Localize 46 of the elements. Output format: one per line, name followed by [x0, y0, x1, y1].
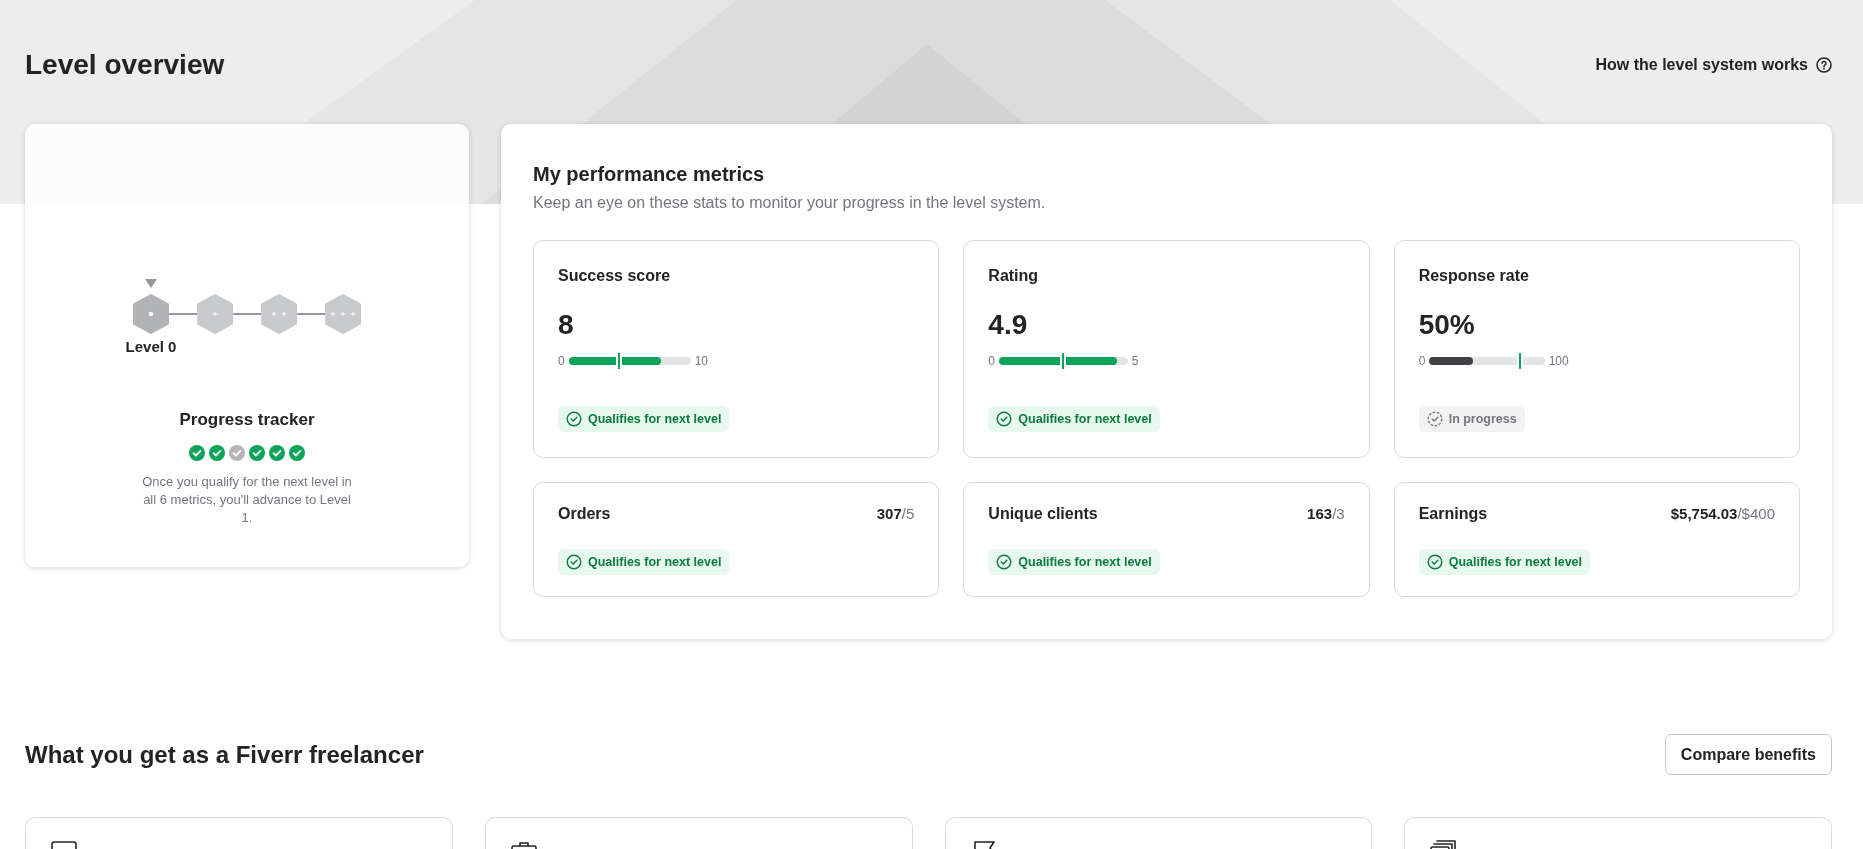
status-label: Qualifies for next level — [588, 410, 722, 428]
metric-value: 50% — [1418, 308, 1476, 342]
range-min-label: 0 — [1418, 353, 1426, 369]
section-title: What you get as a Fiverr freelancer — [25, 739, 424, 770]
metric-name: Orders — [558, 504, 611, 524]
range-max-label: 5 — [1131, 353, 1139, 369]
range-min-label: 0 — [988, 353, 995, 369]
metric-name: Success score — [558, 266, 672, 286]
metric-value: $5,754.03/$400 — [1670, 504, 1775, 524]
range-max-label: 100 — [1548, 353, 1569, 369]
status-label: Qualifies for next level — [1018, 410, 1152, 428]
metric-value: 163/3 — [1307, 504, 1345, 524]
metric-name: Response rate — [1418, 266, 1530, 286]
range-min-label: 0 — [558, 353, 565, 369]
panel-subtitle: Keep an eye on these stats to monitor your progress in the level system. — [533, 193, 1047, 213]
monitor-icon — [50, 839, 78, 849]
help-link[interactable]: How the level system works — [1595, 54, 1832, 76]
compare-benefits-button[interactable]: Compare benefits — [1664, 734, 1832, 775]
check-circle-icon — [996, 411, 1013, 427]
check-circle-icon — [566, 411, 582, 427]
dashed-check-circle-icon — [1426, 411, 1443, 427]
layers-icon — [1429, 839, 1458, 849]
status-label: In progress — [1448, 410, 1517, 428]
check-circle-icon — [1426, 554, 1443, 570]
connector-line — [233, 313, 261, 315]
metric-name: Unique clients — [988, 504, 1098, 524]
status-label: Qualifies for next level — [588, 553, 722, 571]
progress-tracker-title: Progress tracker — [178, 409, 316, 431]
metric-value: 4.9 — [988, 308, 1029, 342]
help-icon — [1816, 57, 1832, 73]
check-circle-icon — [566, 554, 582, 570]
level-label: Level 0 — [125, 337, 177, 357]
status-label: Qualifies for next level — [1018, 553, 1152, 571]
panel-title: My performance metrics — [533, 162, 766, 187]
progress-description: Once you qualify for the next level in all 6 metrics, you'll advance to Level 1. — [141, 473, 353, 527]
metric-value: 8 — [558, 308, 575, 342]
check-circle-icon — [996, 554, 1013, 570]
metric-value: 307/5 — [876, 504, 915, 524]
range-max-label: 10 — [694, 353, 708, 369]
connector-line — [169, 313, 197, 315]
connector-line — [297, 313, 325, 315]
metric-name: Earnings — [1418, 504, 1488, 524]
metric-name: Rating — [988, 266, 1040, 286]
page-title: Level overview — [25, 48, 225, 82]
status-label: Qualifies for next level — [1448, 553, 1583, 571]
briefcase-icon — [509, 839, 538, 849]
